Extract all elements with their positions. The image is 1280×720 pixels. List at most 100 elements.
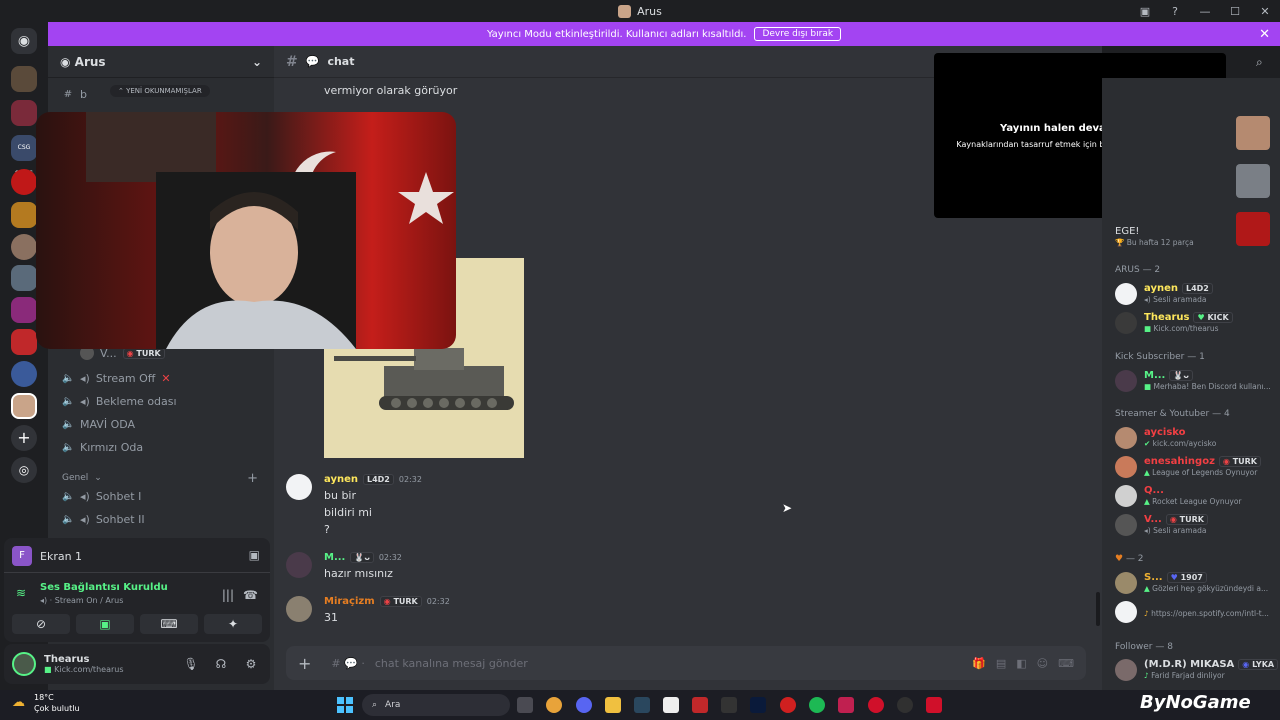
avatar [1115, 659, 1137, 681]
noise-icon[interactable]: ||| [222, 588, 234, 602]
search-icon[interactable]: ⌕ [1256, 55, 1263, 70]
gear-icon[interactable]: ⚙ [240, 657, 262, 671]
chevron-down-icon: ⌄ [94, 473, 102, 483]
voice-channel-sohbet-2[interactable]: 🔈 ◂) Sohbet II [56, 509, 266, 529]
close-icon[interactable]: ✕ [1259, 27, 1270, 42]
member-item[interactable]: Q... ▲ Rocket League Oynuyor [1115, 484, 1275, 510]
server-header[interactable]: ◉ Arus ⌄ [48, 46, 274, 78]
server-icon[interactable] [11, 329, 37, 355]
server-icon[interactable]: CSG SKINS [11, 135, 37, 177]
avatar[interactable] [286, 596, 312, 622]
message-author[interactable]: M... [324, 552, 345, 563]
explorer-icon[interactable] [605, 697, 621, 713]
member-item[interactable]: ♪ https://open.spotify.com/intl-t... [1115, 600, 1275, 626]
voice-channel-kirmizi[interactable]: 🔈 Kırmızı Oda [56, 437, 266, 457]
member-item[interactable]: S... ♥ 1907 ▲ Gözleri hep gökyüzündeydi a… [1115, 571, 1275, 597]
unread-pill[interactable]: ⌃ YENİ OKUNMAMIŞLAR [110, 85, 210, 97]
role-badge: ◉ TURK [1218, 456, 1261, 467]
gift-icon[interactable]: 🎁 [972, 657, 986, 670]
connection-status[interactable]: Ses Bağlantısı Kuruldu [40, 582, 168, 593]
scrollbar[interactable] [1096, 592, 1100, 626]
app-icon[interactable] [780, 697, 796, 713]
voice-channel-bekleme[interactable]: 🔈 ◂) Bekleme odası [56, 391, 266, 411]
voice-icon: ◂) [1144, 526, 1154, 535]
opera-icon[interactable] [868, 697, 884, 713]
steam-icon[interactable] [634, 697, 650, 713]
app-icon[interactable] [926, 697, 942, 713]
app-icon[interactable] [692, 697, 708, 713]
server-icon[interactable] [11, 297, 37, 323]
member-item[interactable]: Thearus ♥ KICK ■ Kick.com/thearus [1115, 311, 1275, 337]
server-icon[interactable] [11, 265, 37, 291]
close-screen-icon[interactable]: ▣ [249, 548, 260, 562]
help-icon[interactable]: ? [1160, 5, 1190, 18]
obs-icon[interactable] [897, 697, 913, 713]
screen-share-button[interactable]: ▣ [76, 614, 134, 634]
server-icon[interactable] [11, 202, 37, 228]
add-server-icon[interactable]: + [11, 425, 37, 451]
channel-name: Bekleme odası [95, 394, 177, 408]
server-icon[interactable] [11, 169, 37, 195]
member-item[interactable]: aycisko ✔ kick.com/aycisko [1115, 426, 1275, 452]
voice-channel-stream-off[interactable]: 🔈 ◂) Stream Off ✕ [56, 368, 266, 388]
message-composer: + # 💬 · chat kanalına mesaj gönder 🎁 ▤ ◧… [286, 646, 1086, 680]
chrome-icon[interactable] [546, 697, 562, 713]
message-time: 02:32 [378, 553, 402, 562]
microphone-icon[interactable]: 🎙 [180, 657, 202, 671]
epic-games-icon[interactable] [721, 697, 737, 713]
headphones-icon[interactable]: ☊ [210, 657, 232, 671]
member-status: Gözleri hep gökyüzündeydi a... [1152, 584, 1269, 593]
member-item[interactable]: (M.D.R) MIKASA ◉ LYKA ♪ Farid Farjad dinl… [1115, 658, 1279, 684]
avatar[interactable] [12, 652, 36, 676]
member-item[interactable]: M... 🐰ᴗ ■ Merhaba! Ben Discord kullanı... [1115, 369, 1275, 395]
gif-icon[interactable]: ▤ [996, 657, 1006, 670]
weather-icon[interactable]: ☁ [12, 695, 25, 710]
weather-temp[interactable]: 18°C [34, 693, 54, 702]
task-view-icon[interactable] [517, 697, 533, 713]
avatar[interactable] [286, 474, 312, 500]
spotify-icon[interactable] [809, 697, 825, 713]
role-badge: ♥ 1907 [1166, 572, 1207, 583]
activity-button[interactable]: ⌨ [140, 614, 198, 634]
maximize-button[interactable]: ☐ [1220, 5, 1250, 18]
disconnect-icon[interactable]: ☎ [243, 588, 258, 602]
member-item[interactable]: V... ◉ TURK ◂) Sesli aramada [1115, 513, 1275, 539]
avatar[interactable] [286, 552, 312, 578]
weather-desc[interactable]: Çok bulutlu [34, 704, 80, 713]
emoji-icon[interactable]: ☺ [1037, 657, 1048, 670]
minimize-button[interactable]: — [1190, 5, 1220, 18]
valorant-icon[interactable] [838, 697, 854, 713]
explore-icon[interactable]: ◎ [11, 457, 37, 483]
member-name: aycisko [1144, 427, 1186, 438]
member-item[interactable]: enesahingoz ◉ TURK ▲ League of Legends Oy… [1115, 455, 1275, 481]
discord-icon[interactable] [576, 697, 592, 713]
server-icon[interactable] [11, 100, 37, 126]
category-genel[interactable]: Genel ⌄ + [56, 468, 266, 488]
message-input[interactable]: chat kanalına mesaj gönder [375, 657, 962, 670]
capcut-icon[interactable] [663, 697, 679, 713]
message-author[interactable]: aynen [324, 474, 358, 485]
camera-off-button[interactable]: ⊘ [12, 614, 70, 634]
server-icon[interactable] [11, 361, 37, 387]
add-attachment-icon[interactable]: + [298, 654, 311, 673]
soundboard-button[interactable]: ✦ [204, 614, 262, 634]
apps-icon[interactable]: ⌨ [1058, 657, 1074, 670]
member-item[interactable]: aynen L4D2 ◂) Sesli aramada [1115, 282, 1275, 308]
windows-start-icon[interactable] [337, 697, 353, 713]
taskbar-search[interactable]: ⌕ Ara [362, 694, 510, 716]
voice-channel-mavi[interactable]: 🔈 MAVİ ODA [56, 414, 266, 434]
add-channel-icon[interactable]: + [247, 471, 258, 486]
server-icon[interactable] [11, 234, 37, 260]
close-button[interactable]: ✕ [1250, 5, 1280, 18]
server-icon[interactable] [11, 66, 37, 92]
message-author[interactable]: Miraçizm [324, 596, 375, 607]
member-name[interactable]: EGE! [1115, 226, 1139, 237]
sticker-icon[interactable]: ◧ [1016, 657, 1026, 670]
inbox-icon[interactable]: ▣ [1130, 5, 1160, 18]
server-icon-active[interactable] [11, 393, 37, 419]
photoshop-icon[interactable] [750, 697, 766, 713]
voice-channel-sohbet-1[interactable]: 🔈 ◂) Sohbet I [56, 486, 266, 506]
signal-icon: ≋ [16, 586, 27, 600]
discord-home-icon[interactable]: ◉ [11, 28, 37, 54]
disable-streamer-mode-button[interactable]: Devre dışı bırak [754, 27, 842, 41]
